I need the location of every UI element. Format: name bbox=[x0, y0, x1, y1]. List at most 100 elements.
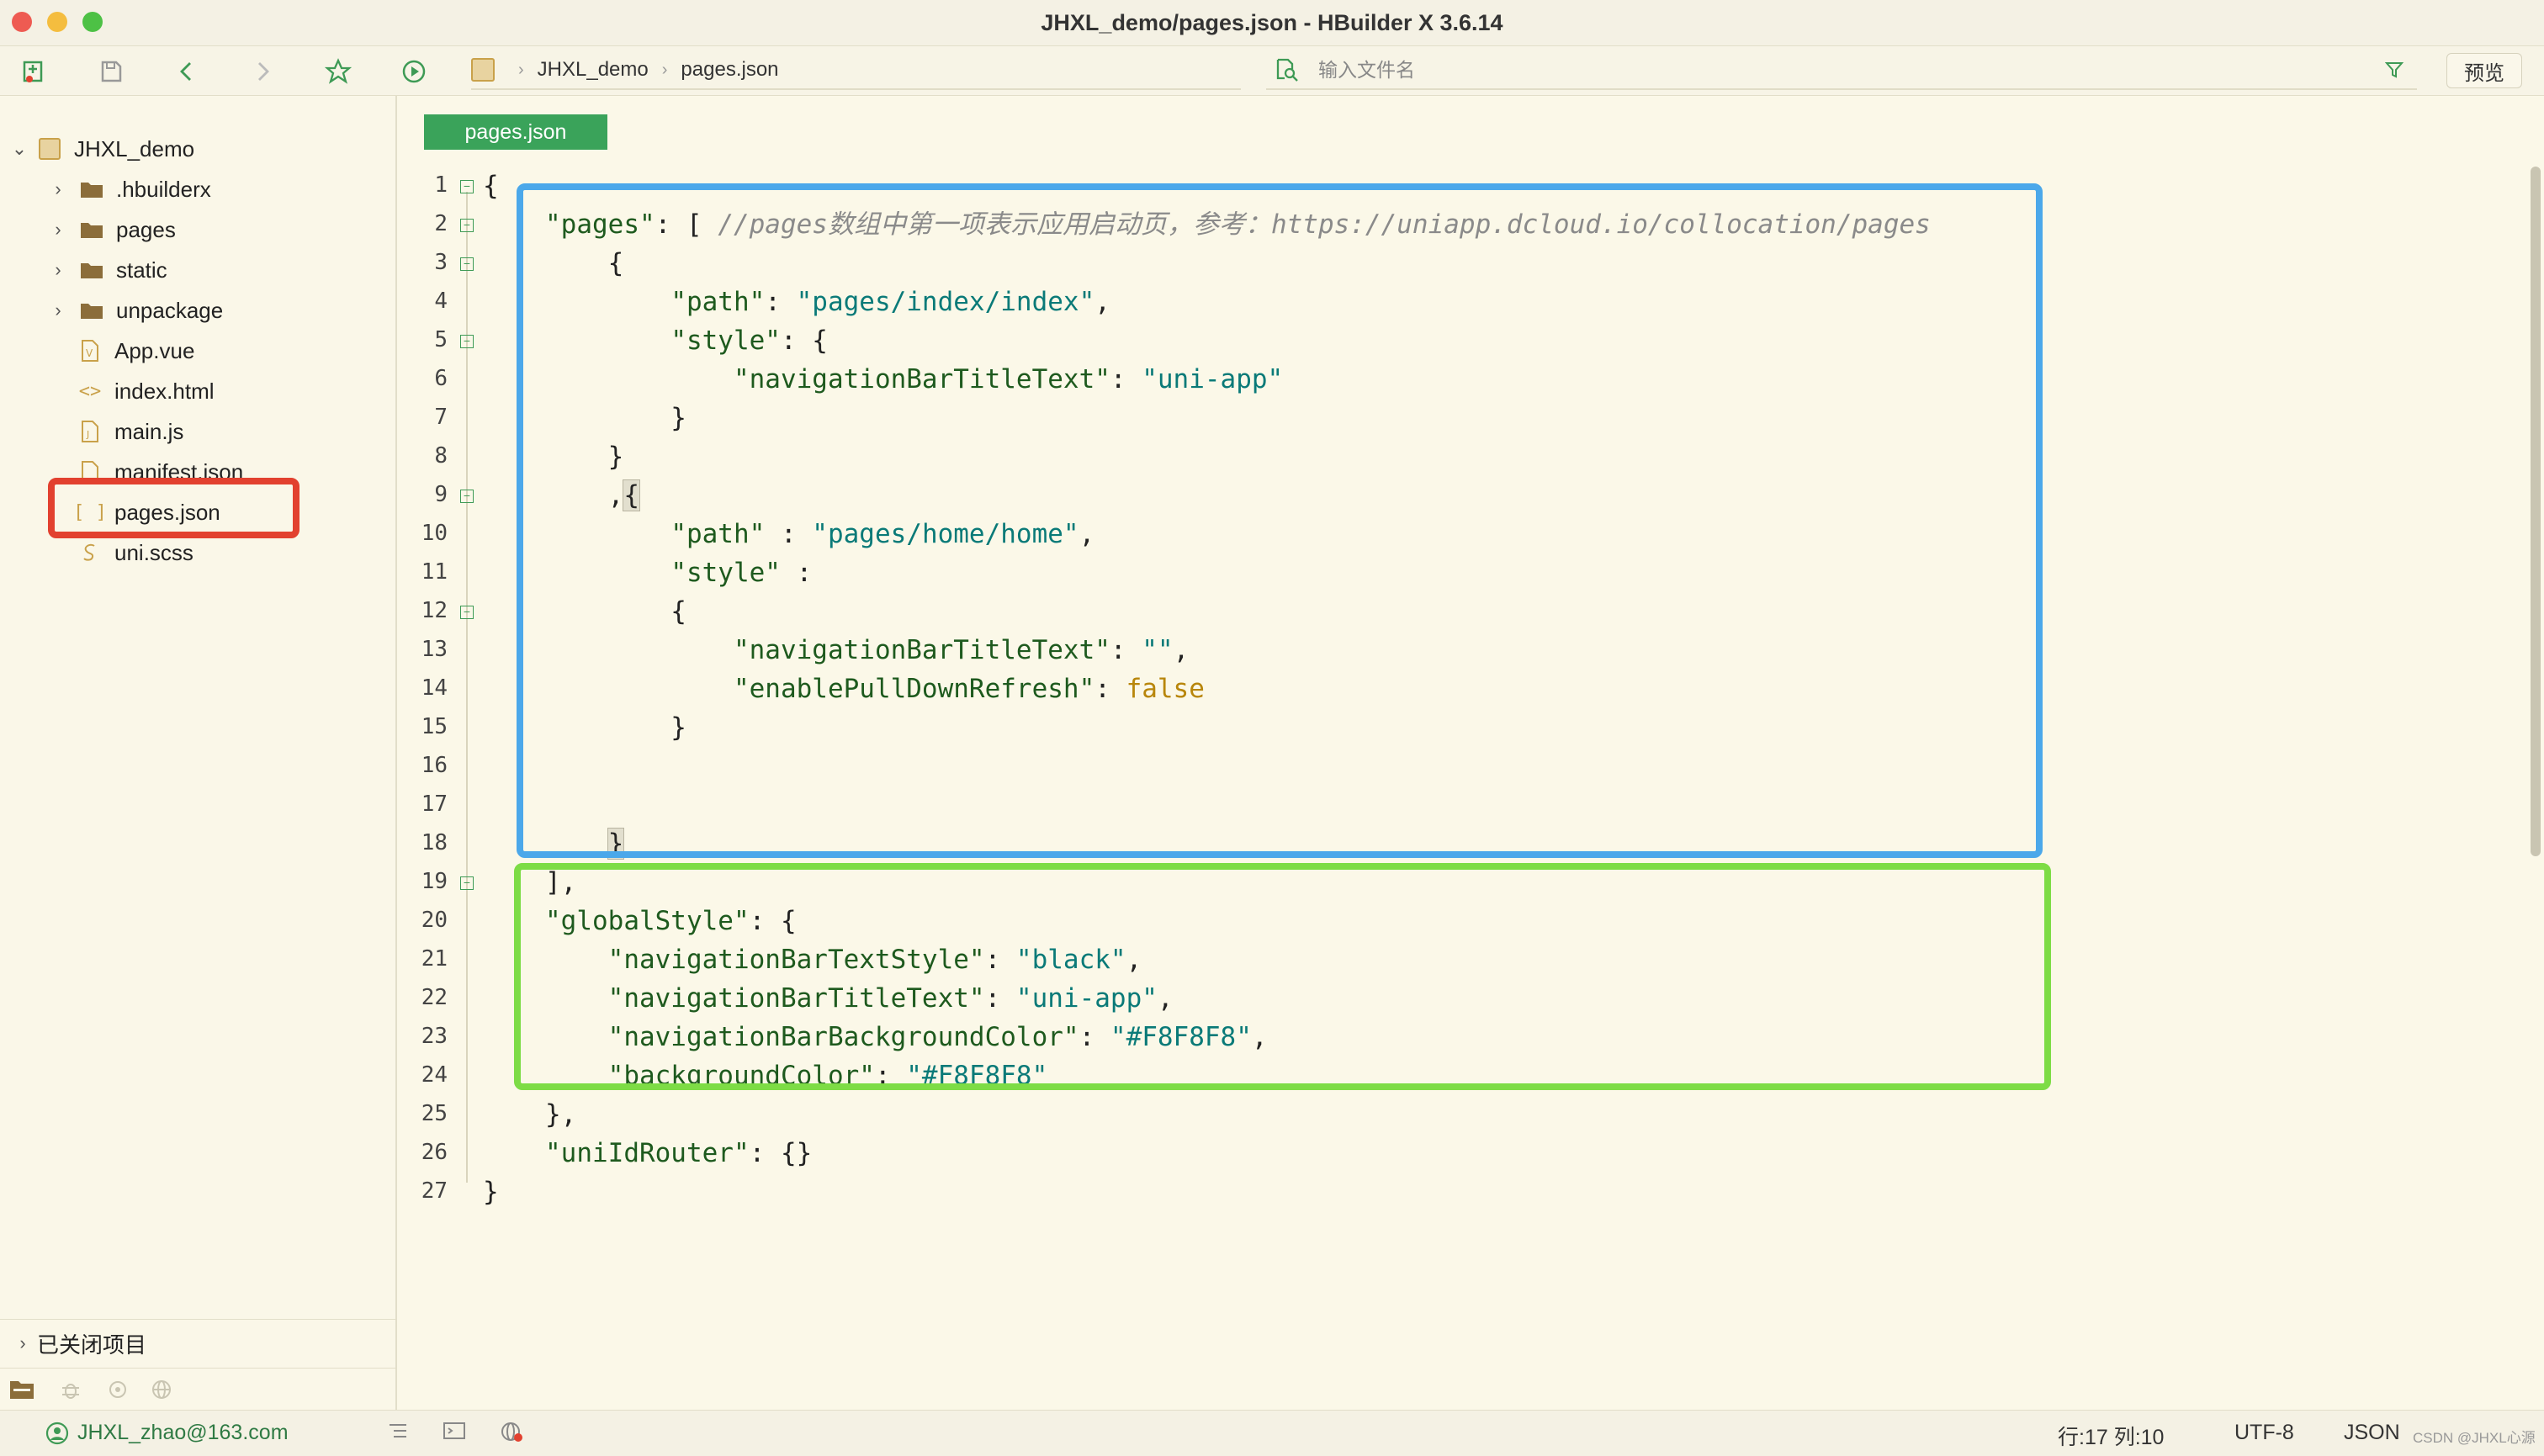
source-control-icon[interactable] bbox=[106, 1378, 130, 1401]
debug-icon[interactable] bbox=[59, 1378, 82, 1401]
line-number: 14 bbox=[421, 675, 448, 701]
chevron-right-icon: › bbox=[55, 219, 61, 240]
html-file-icon: <> bbox=[78, 380, 102, 402]
fold-toggle-icon[interactable]: − bbox=[460, 219, 474, 232]
code-line-25: "uniIdRouter": {} bbox=[545, 1138, 813, 1168]
back-icon[interactable] bbox=[170, 55, 204, 88]
chevron-right-icon: › bbox=[661, 60, 668, 79]
breadcrumb: › JHXL_demo › pages.json bbox=[471, 51, 1241, 90]
tree-item-index-html[interactable]: <> index.html bbox=[77, 372, 215, 410]
title-bar: JHXL_demo/pages.json - HBuilder X 3.6.14 bbox=[0, 0, 2544, 46]
project-name: JHXL_demo bbox=[74, 135, 195, 161]
annotation-box-pages-json bbox=[48, 478, 299, 538]
line-number: 20 bbox=[421, 908, 448, 933]
sidebar-bottom-toolbar bbox=[0, 1368, 395, 1411]
watermark: CSDN @JHXL心源 bbox=[2413, 1430, 2536, 1446]
line-number: 3 bbox=[434, 250, 448, 275]
line-number: 17 bbox=[421, 792, 448, 817]
chevron-right-icon: › bbox=[518, 60, 524, 79]
folder-icon bbox=[79, 298, 104, 323]
folder-icon bbox=[79, 217, 104, 242]
filter-icon[interactable] bbox=[2385, 61, 2404, 79]
svg-text:J: J bbox=[86, 429, 89, 440]
user-icon bbox=[45, 1422, 69, 1444]
tree-item-label: uni.scss bbox=[114, 539, 193, 565]
line-number: 25 bbox=[421, 1101, 448, 1126]
tree-item-app-vue[interactable]: V App.vue bbox=[77, 331, 194, 370]
fold-toggle-icon[interactable]: − bbox=[460, 335, 474, 348]
run-icon[interactable] bbox=[397, 55, 431, 88]
chevron-down-icon: ⌄ bbox=[11, 138, 28, 159]
folder-icon bbox=[79, 257, 104, 283]
line-number: 7 bbox=[434, 405, 448, 430]
vertical-scrollbar[interactable] bbox=[2531, 167, 2541, 856]
tree-item-label: main.js bbox=[114, 418, 184, 444]
annotation-box-global-style bbox=[514, 863, 2051, 1090]
window-title: JHXL_demo/pages.json - HBuilder X 3.6.14 bbox=[1041, 10, 1503, 35]
cursor-position[interactable]: 行:17 列:10 bbox=[2058, 1421, 2164, 1451]
language-mode[interactable]: JSON bbox=[2344, 1421, 2400, 1445]
tree-item-label: .hbuilderx bbox=[116, 176, 211, 202]
fold-toggle-icon[interactable]: − bbox=[460, 180, 474, 193]
breadcrumb-file[interactable]: pages.json bbox=[681, 58, 778, 82]
chevron-right-icon: › bbox=[55, 178, 61, 199]
vue-file-icon: V bbox=[77, 338, 103, 363]
save-icon[interactable] bbox=[94, 55, 128, 88]
editor-tab-bar: pages.json bbox=[397, 96, 2544, 155]
folder-view-icon[interactable] bbox=[8, 1378, 35, 1401]
chevron-right-icon: › bbox=[55, 259, 61, 280]
status-bar: JHXL_zhao@163.com 行:17 列:10 UTF-8 JSON C… bbox=[0, 1410, 2544, 1456]
tree-item-label: App.vue bbox=[114, 337, 195, 363]
line-number: 27 bbox=[421, 1178, 448, 1204]
network-icon[interactable] bbox=[500, 1421, 525, 1448]
tree-item-main-js[interactable]: J main.js bbox=[77, 412, 183, 451]
breadcrumb-project[interactable]: JHXL_demo bbox=[538, 58, 649, 82]
line-number: 22 bbox=[421, 985, 448, 1010]
file-search-bar bbox=[1266, 51, 2417, 90]
encoding-indicator[interactable]: UTF-8 bbox=[2234, 1421, 2294, 1445]
fold-toggle-icon[interactable]: − bbox=[460, 257, 474, 271]
line-number: 4 bbox=[434, 289, 448, 314]
line-number: 11 bbox=[421, 559, 448, 585]
preview-button[interactable]: 预览 bbox=[2446, 53, 2522, 88]
outline-icon[interactable] bbox=[387, 1421, 409, 1447]
tree-item-unpackage[interactable]: › unpackage bbox=[49, 291, 223, 330]
line-number: 13 bbox=[421, 637, 448, 662]
tree-item-uni-scss[interactable]: uni.scss bbox=[77, 533, 193, 572]
file-search-input[interactable] bbox=[1317, 57, 2329, 82]
line-number: 18 bbox=[421, 830, 448, 855]
fold-toggle-icon[interactable]: − bbox=[460, 876, 474, 890]
folder-icon bbox=[79, 177, 104, 202]
tree-item-hbuilderx[interactable]: › .hbuilderx bbox=[49, 170, 211, 209]
line-number: 8 bbox=[434, 443, 448, 469]
line-number: 2 bbox=[434, 211, 448, 236]
code-line-26: } bbox=[483, 1177, 499, 1207]
tree-item-pages[interactable]: › pages bbox=[49, 210, 176, 249]
tree-item-label: index.html bbox=[114, 378, 215, 404]
account-status[interactable]: JHXL_zhao@163.com bbox=[45, 1421, 289, 1445]
line-number: 26 bbox=[421, 1140, 448, 1165]
tab-pages-json[interactable]: pages.json bbox=[424, 114, 607, 150]
closed-projects[interactable]: › 已关闭项目 bbox=[0, 1319, 395, 1367]
fold-toggle-icon[interactable]: − bbox=[460, 490, 474, 503]
line-number: 24 bbox=[421, 1062, 448, 1088]
line-number: 10 bbox=[421, 521, 448, 546]
closed-projects-label: 已关闭项目 bbox=[37, 1332, 147, 1358]
tree-item-label: unpackage bbox=[116, 297, 224, 323]
annotation-box-pages-array bbox=[517, 183, 2043, 858]
new-file-icon[interactable] bbox=[17, 55, 50, 88]
terminal-icon[interactable] bbox=[443, 1421, 466, 1447]
chevron-right-icon: › bbox=[19, 1332, 26, 1353]
fold-toggle-icon[interactable]: − bbox=[460, 606, 474, 619]
project-icon bbox=[37, 136, 62, 161]
tree-item-static[interactable]: › static bbox=[49, 251, 167, 289]
line-number: 16 bbox=[421, 753, 448, 778]
js-file-icon: J bbox=[77, 419, 103, 444]
line-number: 19 bbox=[421, 869, 448, 894]
svg-text:V: V bbox=[86, 347, 93, 359]
project-root[interactable]: ⌄ JHXL_demo bbox=[10, 130, 194, 168]
forward-icon[interactable] bbox=[246, 55, 279, 88]
line-number: 15 bbox=[421, 714, 448, 739]
star-icon[interactable] bbox=[321, 55, 355, 88]
globe-icon[interactable] bbox=[150, 1378, 175, 1401]
